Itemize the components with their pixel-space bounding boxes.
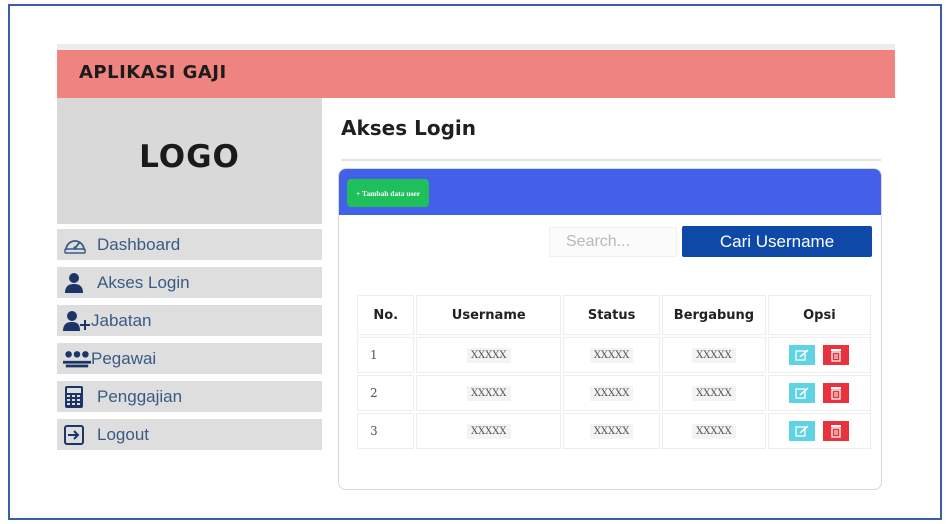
bergabung-value: XXXXX [692, 385, 736, 401]
edit-icon [795, 387, 809, 399]
column-header-opsi: Opsi [767, 295, 871, 335]
card-header: + Tambah data user [339, 169, 881, 215]
username-value: XXXXX [466, 347, 511, 363]
search-username-button[interactable]: Cari Username [682, 226, 872, 257]
column-header-bergabung: Bergabung [662, 295, 766, 335]
cell-status: XXXXX [563, 337, 661, 373]
sidebar-item-pegawai[interactable]: Pegawai [57, 343, 322, 374]
search-input[interactable] [549, 227, 677, 257]
users-table: No. Username Status Bergabung Opsi 1 XXX… [355, 293, 873, 451]
bergabung-value: XXXXX [692, 347, 736, 363]
status-value: XXXXX [589, 423, 634, 439]
sidebar-item-jabatan[interactable]: Jabatan [57, 305, 322, 336]
logo-box: LOGO [57, 98, 322, 224]
sidebar-item-label: Logout [97, 424, 149, 444]
sidebar-item-logout[interactable]: Logout [57, 419, 322, 450]
calculator-icon [63, 385, 91, 409]
user-access-card: + Tambah data user Cari Username No. Use… [338, 168, 882, 490]
table-row: 2 XXXXX XXXXX XXXXX [357, 375, 871, 411]
trash-icon [831, 387, 842, 400]
cell-opsi [767, 375, 871, 411]
cell-status: XXXXX [563, 375, 661, 411]
edit-icon [795, 425, 809, 437]
cell-opsi [767, 413, 871, 449]
sidebar-item-label: Dashboard [97, 234, 181, 254]
edit-icon [795, 349, 809, 361]
app-title: APLIKASI GAJI [79, 62, 227, 83]
cell-username: XXXXX [416, 375, 562, 411]
cell-no: 2 [357, 375, 415, 411]
cell-no: 3 [357, 413, 415, 449]
cell-bergabung: XXXXX [662, 413, 766, 449]
dashboard-gauge-icon [63, 233, 91, 257]
cell-bergabung: XXXXX [662, 337, 766, 373]
cell-status: XXXXX [563, 413, 661, 449]
sidebar-item-label: Pegawai [91, 348, 157, 368]
edit-button[interactable] [789, 383, 816, 403]
cell-username: XXXXX [416, 337, 562, 373]
user-plus-icon [63, 309, 91, 333]
sidebar-item-label: Penggajian [97, 386, 183, 406]
cell-opsi [767, 337, 871, 373]
column-header-status: Status [563, 295, 661, 335]
bergabung-value: XXXXX [692, 423, 736, 439]
cell-bergabung: XXXXX [662, 375, 766, 411]
status-value: XXXXX [589, 347, 634, 363]
add-user-button[interactable]: + Tambah data user [347, 179, 430, 207]
column-header-no: No. [357, 295, 415, 335]
logout-icon [63, 423, 91, 447]
users-group-icon [63, 347, 91, 371]
sidebar-item-label: Jabatan [91, 310, 152, 330]
status-value: XXXXX [589, 385, 634, 401]
delete-button[interactable] [823, 421, 850, 441]
page-title: Akses Login [341, 116, 477, 140]
title-divider [341, 159, 881, 161]
app-header: APLIKASI GAJI [57, 44, 895, 98]
user-icon [63, 271, 91, 295]
sidebar-item-penggajian[interactable]: Penggajian [57, 381, 322, 412]
table-row: 1 XXXXX XXXXX XXXXX [357, 337, 871, 373]
sidebar-item-dashboard[interactable]: Dashboard [57, 229, 322, 260]
trash-icon [831, 349, 842, 362]
sidebar-item-akses-login[interactable]: Akses Login [57, 267, 322, 298]
logo: LOGO [139, 139, 240, 175]
trash-icon [831, 425, 842, 438]
sidebar-item-label: Akses Login [97, 272, 190, 292]
sidebar-menu: Dashboard Akses Login Jabatan Pegawai Pe… [57, 229, 322, 457]
cell-username: XXXXX [416, 413, 562, 449]
table-header-row: No. Username Status Bergabung Opsi [357, 295, 871, 335]
edit-button[interactable] [789, 421, 816, 441]
sidebar: LOGO Dashboard Akses Login Jabatan Pegaw… [57, 98, 322, 458]
delete-button[interactable] [823, 345, 850, 365]
column-header-username: Username [416, 295, 562, 335]
table-row: 3 XXXXX XXXXX XXXXX [357, 413, 871, 449]
edit-button[interactable] [789, 345, 816, 365]
delete-button[interactable] [823, 383, 850, 403]
cell-no: 1 [357, 337, 415, 373]
username-value: XXXXX [466, 385, 511, 401]
username-value: XXXXX [466, 423, 511, 439]
